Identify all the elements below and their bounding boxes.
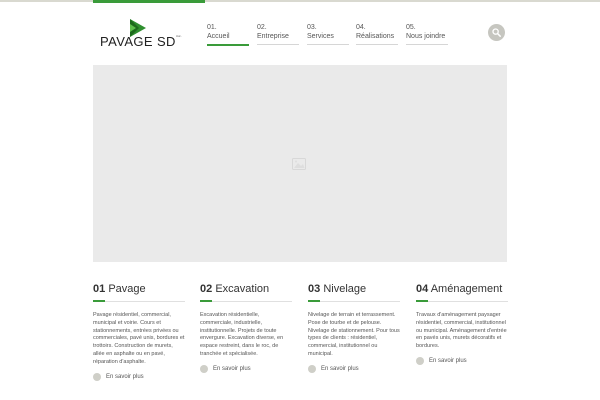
service-amenagement: 04 Aménagement Travaux d'aménagement pay… — [416, 283, 508, 365]
nav-item-number: 04. — [356, 24, 366, 31]
logo[interactable]: PAVAGE SDinc. — [100, 18, 200, 49]
nav-underline — [356, 44, 398, 45]
service-more-link[interactable]: En savoir plus — [416, 356, 508, 365]
nav-item-accueil[interactable]: 01. Accueil — [207, 24, 249, 46]
service-description: Excavation résidentielle, commerciale, i… — [200, 312, 284, 357]
service-divider-accent — [416, 300, 428, 302]
service-divider — [93, 300, 185, 302]
more-link-label: En savoir plus — [429, 357, 467, 364]
nav-item-realisations[interactable]: 04. Réalisations — [356, 24, 398, 46]
top-rule — [0, 0, 600, 2]
service-divider-accent — [93, 300, 105, 302]
nav-item-nous-joindre[interactable]: 05. Nous joindre — [406, 24, 448, 46]
top-accent-bar — [93, 0, 205, 3]
service-nivelage: 03 Nivelage Nivelage de terrain et terra… — [308, 283, 400, 373]
bullet-icon — [308, 364, 316, 373]
service-divider-accent — [308, 300, 320, 302]
nav-underline — [307, 44, 349, 45]
service-title: 02 Excavation — [200, 283, 270, 295]
hero-slider[interactable] — [93, 65, 507, 262]
service-description: Pavage résidentiel, commercial, municipa… — [93, 312, 185, 365]
nav-item-number: 03. — [307, 24, 317, 31]
image-placeholder-icon — [292, 158, 306, 170]
service-divider-accent — [200, 300, 212, 302]
search-icon — [492, 28, 501, 37]
bullet-icon — [93, 372, 101, 381]
service-divider — [200, 300, 292, 302]
nav-item-number: 01. — [207, 24, 217, 31]
nav-item-label: Services — [307, 33, 334, 40]
nav-underline — [257, 44, 299, 45]
service-description: Travaux d'aménagement paysager résidenti… — [416, 312, 507, 350]
more-link-label: En savoir plus — [213, 365, 251, 372]
nav-item-label: Entreprise — [257, 33, 289, 40]
service-title: 01 Pavage — [93, 283, 146, 295]
service-title: 03 Nivelage — [308, 283, 367, 295]
service-more-link[interactable]: En savoir plus — [93, 372, 185, 381]
bullet-icon — [416, 356, 424, 365]
search-button[interactable] — [488, 24, 505, 41]
nav-item-label: Réalisations — [356, 33, 395, 40]
logo-text: PAVAGE SDinc. — [100, 34, 183, 49]
service-pavage: 01 Pavage Pavage résidentiel, commercial… — [93, 283, 185, 381]
more-link-label: En savoir plus — [106, 373, 144, 380]
nav-item-services[interactable]: 03. Services — [307, 24, 349, 46]
service-divider — [308, 300, 400, 302]
service-more-link[interactable]: En savoir plus — [308, 364, 400, 373]
nav-item-number: 02. — [257, 24, 267, 31]
more-link-label: En savoir plus — [321, 365, 359, 372]
nav-item-number: 05. — [406, 24, 416, 31]
nav-item-label: Nous joindre — [406, 33, 446, 40]
service-title: 04 Aménagement — [416, 283, 503, 295]
service-excavation: 02 Excavation Excavation résidentielle, … — [200, 283, 292, 373]
service-divider — [416, 300, 508, 302]
service-more-link[interactable]: En savoir plus — [200, 364, 292, 373]
bullet-icon — [200, 364, 208, 373]
nav-item-entreprise[interactable]: 02. Entreprise — [257, 24, 299, 46]
nav-underline — [406, 44, 448, 45]
service-description: Nivelage de terrain et terrassement. Pos… — [308, 312, 400, 357]
nav-active-underline — [207, 44, 249, 46]
nav-item-label: Accueil — [207, 33, 230, 40]
